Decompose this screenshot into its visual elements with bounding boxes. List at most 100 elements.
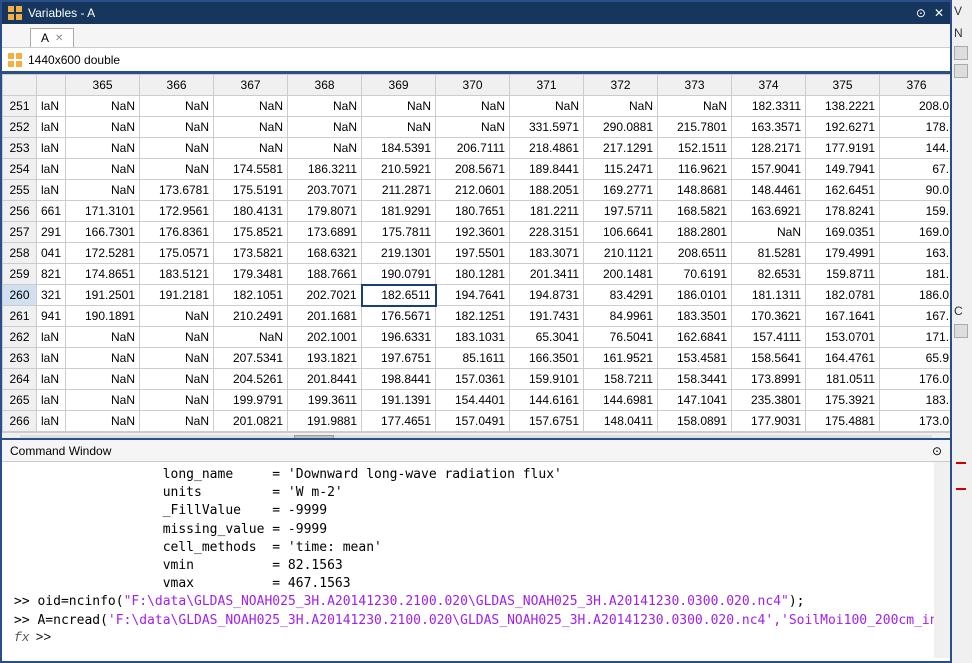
table-cell[interactable]: NaN	[66, 390, 140, 411]
table-cell[interactable]: NaN	[140, 96, 214, 117]
table-cell[interactable]: 186.0	[880, 285, 950, 306]
table-cell[interactable]: 217.1291	[584, 138, 658, 159]
table-cell[interactable]: 201.3411	[510, 264, 584, 285]
table-cell[interactable]: 70.6191	[658, 264, 732, 285]
table-cell[interactable]: 175.7811	[362, 222, 436, 243]
table-cell[interactable]: 219.1301	[362, 243, 436, 264]
table-cell[interactable]: 106.6641	[584, 222, 658, 243]
scroll-left-icon[interactable]: ◀	[2, 436, 20, 440]
table-cell[interactable]: 171.	[880, 327, 950, 348]
table-cell[interactable]: 331.5971	[510, 117, 584, 138]
variable-tab-a[interactable]: A ✕	[30, 28, 74, 47]
close-icon[interactable]: ✕	[934, 6, 944, 20]
table-cell[interactable]: NaN	[66, 180, 140, 201]
col-header[interactable]: 370	[436, 75, 510, 96]
row-header[interactable]: 254	[3, 159, 37, 180]
table-cell[interactable]: 183.5121	[140, 264, 214, 285]
table-cell[interactable]: 182.0781	[806, 285, 880, 306]
table-cell[interactable]: 175.5191	[214, 180, 288, 201]
table-cell[interactable]: 201.1681	[288, 306, 362, 327]
table-cell[interactable]: 183.3501	[658, 306, 732, 327]
table-cell[interactable]: 208.5671	[436, 159, 510, 180]
table-cell[interactable]: 65.9	[880, 348, 950, 369]
table-cell[interactable]: NaN	[436, 117, 510, 138]
table-cell[interactable]: 199.3611	[288, 390, 362, 411]
tab-close-icon[interactable]: ✕	[55, 33, 63, 44]
table-cell[interactable]: 180.1281	[436, 264, 510, 285]
table-cell[interactable]: 163.	[880, 243, 950, 264]
table-cell[interactable]: 177.9031	[732, 411, 806, 432]
table-cell[interactable]: 191.2501	[66, 285, 140, 306]
table-cell[interactable]: 199.9791	[214, 390, 288, 411]
table-cell[interactable]: 157.0491	[436, 411, 510, 432]
table-cell[interactable]: 210.5921	[362, 159, 436, 180]
col-header[interactable]: 375	[806, 75, 880, 96]
table-cell[interactable]: 152.1511	[658, 138, 732, 159]
table-cell-fragment[interactable]: laN	[37, 96, 66, 117]
table-cell[interactable]: 157.9041	[732, 159, 806, 180]
table-cell[interactable]: 128.2171	[732, 138, 806, 159]
table-cell[interactable]: 166.3501	[510, 348, 584, 369]
horizontal-scrollbar[interactable]: ◀ ▶	[2, 432, 950, 440]
table-cell[interactable]: 181.1311	[732, 285, 806, 306]
table-cell[interactable]: 159.9101	[510, 369, 584, 390]
table-cell[interactable]: 168.6321	[288, 243, 362, 264]
row-header[interactable]: 259	[3, 264, 37, 285]
table-cell[interactable]: NaN	[362, 117, 436, 138]
table-cell[interactable]: 175.3921	[806, 390, 880, 411]
table-cell[interactable]: 163.3571	[732, 117, 806, 138]
table-cell[interactable]: 158.3441	[658, 369, 732, 390]
row-header[interactable]: 260	[3, 285, 37, 306]
table-cell[interactable]: 115.2471	[584, 159, 658, 180]
table-cell[interactable]: 190.0791	[362, 264, 436, 285]
table-cell[interactable]: 116.9621	[658, 159, 732, 180]
table-cell[interactable]: 182.1051	[214, 285, 288, 306]
panel-icon-1[interactable]	[954, 46, 968, 60]
table-cell[interactable]: 181.	[880, 264, 950, 285]
table-cell[interactable]: 157.6751	[510, 411, 584, 432]
panel-shortcut-c[interactable]: C	[952, 300, 972, 322]
col-header[interactable]: 374	[732, 75, 806, 96]
table-cell[interactable]: 180.7651	[436, 201, 510, 222]
table-cell[interactable]: 184.5391	[362, 138, 436, 159]
table-cell[interactable]: 161.9521	[584, 348, 658, 369]
table-cell[interactable]: 212.0601	[436, 180, 510, 201]
table-cell[interactable]: 148.0411	[584, 411, 658, 432]
table-cell[interactable]: 144.6981	[584, 390, 658, 411]
table-cell[interactable]: NaN	[66, 96, 140, 117]
table-cell[interactable]: 201.0821	[214, 411, 288, 432]
table-cell[interactable]: 148.8681	[658, 180, 732, 201]
table-cell-fragment[interactable]: 941	[37, 306, 66, 327]
row-header[interactable]: 257	[3, 222, 37, 243]
command-prompt[interactable]: fx >>	[14, 630, 938, 645]
table-cell[interactable]: NaN	[66, 369, 140, 390]
table-cell[interactable]: 179.3481	[214, 264, 288, 285]
table-cell[interactable]: NaN	[140, 348, 214, 369]
table-cell[interactable]: 171.3101	[66, 201, 140, 222]
col-header[interactable]: 373	[658, 75, 732, 96]
table-cell[interactable]: 85.1611	[436, 348, 510, 369]
table-cell[interactable]: 148.4461	[732, 180, 806, 201]
table-cell[interactable]: 76.5041	[584, 327, 658, 348]
table-cell[interactable]: 172.5281	[66, 243, 140, 264]
table-cell-fragment[interactable]: laN	[37, 390, 66, 411]
panel-icon-3[interactable]	[954, 324, 968, 338]
table-cell[interactable]: 169.2771	[584, 180, 658, 201]
table-cell[interactable]: 202.1001	[288, 327, 362, 348]
table-cell[interactable]: NaN	[140, 327, 214, 348]
table-cell[interactable]: 179.4991	[806, 243, 880, 264]
table-cell[interactable]: 173.5821	[214, 243, 288, 264]
table-cell[interactable]: 168.5821	[658, 201, 732, 222]
table-cell[interactable]: 188.2801	[658, 222, 732, 243]
table-cell[interactable]: 178.	[880, 117, 950, 138]
table-cell[interactable]: 210.2491	[214, 306, 288, 327]
table-cell[interactable]: 183.1031	[436, 327, 510, 348]
table-cell-fragment[interactable]: laN	[37, 369, 66, 390]
table-cell[interactable]: 197.5711	[584, 201, 658, 222]
table-cell[interactable]: 65.3041	[510, 327, 584, 348]
table-cell-fragment[interactable]: laN	[37, 138, 66, 159]
panel-shortcut-v[interactable]: V	[952, 0, 972, 22]
table-cell[interactable]: NaN	[66, 138, 140, 159]
row-header[interactable]: 252	[3, 117, 37, 138]
table-cell[interactable]: 210.1121	[584, 243, 658, 264]
